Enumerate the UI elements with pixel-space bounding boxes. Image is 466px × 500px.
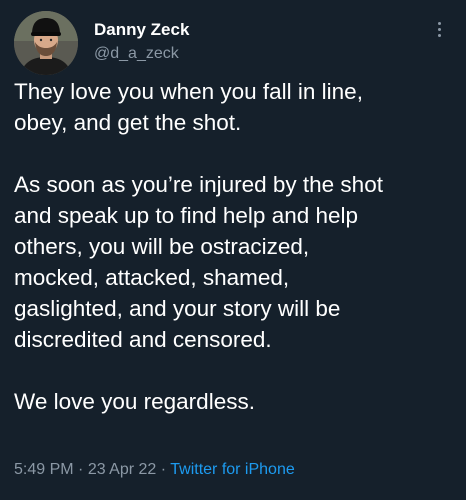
more-vertical-icon[interactable] [433,20,447,38]
avatar[interactable] [14,11,78,75]
tweet-meta: 5:49 PM · 23 Apr 22 · Twitter for iPhone [14,461,295,479]
tweet-card: Danny Zeck @d_a_zeck They love you when … [0,0,466,500]
dot [438,22,441,25]
tweet-date[interactable]: 23 Apr 22 [88,461,157,478]
dot [438,28,441,31]
separator: · [73,461,88,478]
tweet-paragraph: We love you regardless. [14,389,255,414]
dot [438,34,441,37]
user-handle[interactable]: @d_a_zeck [94,45,179,63]
display-name[interactable]: Danny Zeck [94,20,189,40]
tweet-paragraph: They love you when you fall in line, obe… [14,79,363,135]
avatar-photo [14,11,78,75]
tweet-text: They love you when you fall in line, obe… [14,76,458,417]
tweet-paragraph: As soon as you’re injured by the shot an… [14,172,383,352]
tweet-source-link[interactable]: Twitter for iPhone [170,461,295,478]
separator: · [156,461,171,478]
tweet-time[interactable]: 5:49 PM [14,461,74,478]
